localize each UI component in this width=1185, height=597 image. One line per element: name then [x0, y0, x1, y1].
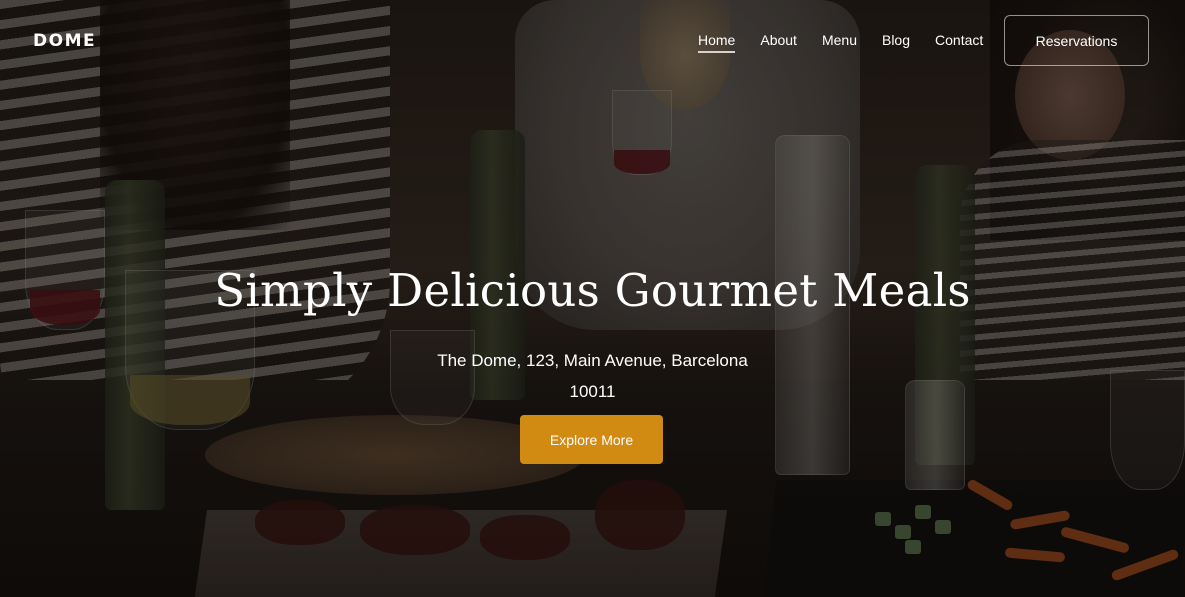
nav-item-contact[interactable]: Contact — [935, 32, 983, 53]
nav-item-home[interactable]: Home — [698, 32, 736, 53]
brand-logo[interactable]: DOME — [33, 31, 96, 51]
hero-title: Simply Delicious Gourmet Meals — [214, 264, 971, 317]
hero-address-line-2: 10011 — [569, 382, 616, 401]
nav-item-about[interactable]: About — [760, 32, 797, 53]
hero-address-line-1: The Dome, 123, Main Avenue, Barcelona — [437, 351, 748, 370]
reservations-button[interactable]: Reservations — [1004, 15, 1149, 66]
nav-item-blog[interactable]: Blog — [882, 32, 910, 53]
hero-address: The Dome, 123, Main Avenue, Barcelona 10… — [0, 345, 1185, 407]
nav-item-menu[interactable]: Menu — [822, 32, 857, 53]
explore-more-button[interactable]: Explore More — [520, 415, 663, 464]
site-header: DOME Home About Menu Blog Contact Reserv… — [0, 0, 1185, 82]
main-nav: Home About Menu Blog Contact — [698, 32, 1008, 53]
